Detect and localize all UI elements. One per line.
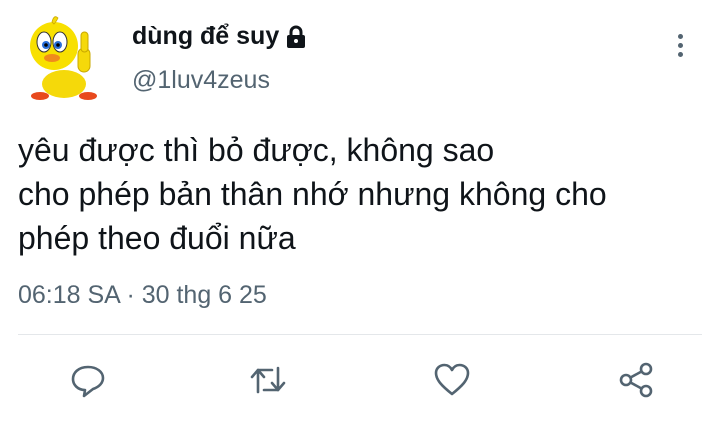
- divider: [18, 334, 702, 335]
- reply-icon: [71, 365, 105, 398]
- more-options-icon[interactable]: [666, 28, 694, 62]
- avatar[interactable]: [18, 12, 110, 104]
- tweet-actions: [0, 354, 720, 406]
- lock-icon: [285, 25, 307, 49]
- tweet-line: cho phép bản thân nhớ nhưng không cho: [18, 176, 607, 212]
- heart-icon: [434, 363, 470, 396]
- user-handle[interactable]: @1luv4zeus: [132, 66, 270, 95]
- tweety-bird-avatar: [30, 16, 97, 100]
- tweet-timestamp[interactable]: 06:18 SA · 30 thg 6 25: [18, 281, 267, 310]
- retweet-button[interactable]: [242, 354, 294, 406]
- retweet-icon: [250, 366, 286, 394]
- meta-separator: ·: [126, 281, 135, 309]
- tweet-date: 30 thg 6 25: [141, 281, 267, 309]
- tweet-line: phép theo đuổi nữa: [18, 220, 296, 256]
- share-icon: [619, 362, 653, 398]
- tweet-time: 06:18 SA: [18, 281, 120, 309]
- tweet-line: yêu được thì bỏ được, không sao: [18, 132, 495, 168]
- like-button[interactable]: [426, 354, 478, 406]
- reply-button[interactable]: [62, 354, 114, 406]
- share-button[interactable]: [610, 354, 662, 406]
- display-name[interactable]: dùng để suy: [132, 22, 279, 51]
- tweet-text: yêu được thì bỏ được, không sao cho phép…: [18, 128, 708, 260]
- display-name-row[interactable]: dùng để suy: [132, 22, 307, 51]
